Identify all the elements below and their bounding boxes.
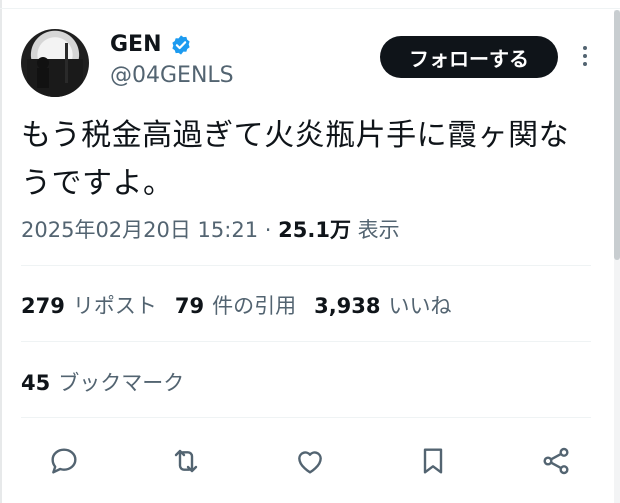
bookmark-icon	[423, 448, 443, 474]
scrollbar-thumb[interactable]	[614, 10, 620, 260]
views-count: 25.1万	[278, 218, 351, 242]
follow-button[interactable]: フォローする	[380, 36, 558, 78]
reposts-stat[interactable]: 279 リポスト	[21, 290, 157, 320]
tweet-meta: 2025年02月20日 15:21 · 25.1万 表示	[21, 214, 400, 244]
likes-count: 3,938	[314, 294, 381, 318]
share-button[interactable]	[534, 439, 578, 483]
timestamp[interactable]: 2025年02月20日 15:21	[21, 218, 258, 242]
likes-label: いいね	[388, 294, 452, 318]
window-edge	[0, 0, 2, 503]
quotes-stat[interactable]: 79 件の引用	[175, 290, 296, 320]
author-name[interactable]: GEN	[110, 33, 162, 57]
avatar[interactable]	[21, 29, 89, 97]
reply-icon	[51, 448, 77, 474]
divider	[21, 265, 591, 266]
quotes-label: 件の引用	[212, 294, 297, 318]
divider	[21, 341, 591, 342]
engagement-stats: 279 リポスト 79 件の引用 3,938 いいね	[21, 290, 452, 320]
top-divider	[0, 8, 620, 9]
share-icon	[543, 447, 569, 475]
repost-button[interactable]	[164, 439, 208, 483]
reply-button[interactable]	[42, 439, 86, 483]
bookmark-button[interactable]	[411, 439, 455, 483]
author-name-row[interactable]: GEN	[110, 33, 192, 57]
more-options-icon[interactable]	[578, 44, 592, 70]
author-handle[interactable]: @04GENLS	[110, 63, 234, 89]
reposts-count: 279	[21, 294, 65, 318]
tweet-text: もう税金高過ぎて火炎瓶片手に霞ヶ関なうですよ。	[21, 118, 570, 201]
meta-separator: ·	[264, 218, 272, 242]
likes-stat[interactable]: 3,938 いいね	[314, 290, 451, 320]
verified-badge-icon	[171, 35, 190, 55]
reposts-label: リポスト	[72, 294, 157, 318]
bookmarks-count: 45	[21, 371, 51, 395]
bookmarks-stat[interactable]: 45 ブックマーク	[21, 367, 184, 397]
views-label: 表示	[357, 218, 400, 242]
like-icon	[298, 451, 322, 474]
repost-icon	[174, 449, 198, 473]
action-bar	[0, 439, 620, 483]
avatar-image	[27, 43, 83, 97]
quotes-count: 79	[174, 294, 205, 318]
divider	[21, 417, 591, 418]
bookmarks-label: ブックマーク	[58, 371, 185, 395]
like-button[interactable]	[288, 439, 332, 483]
